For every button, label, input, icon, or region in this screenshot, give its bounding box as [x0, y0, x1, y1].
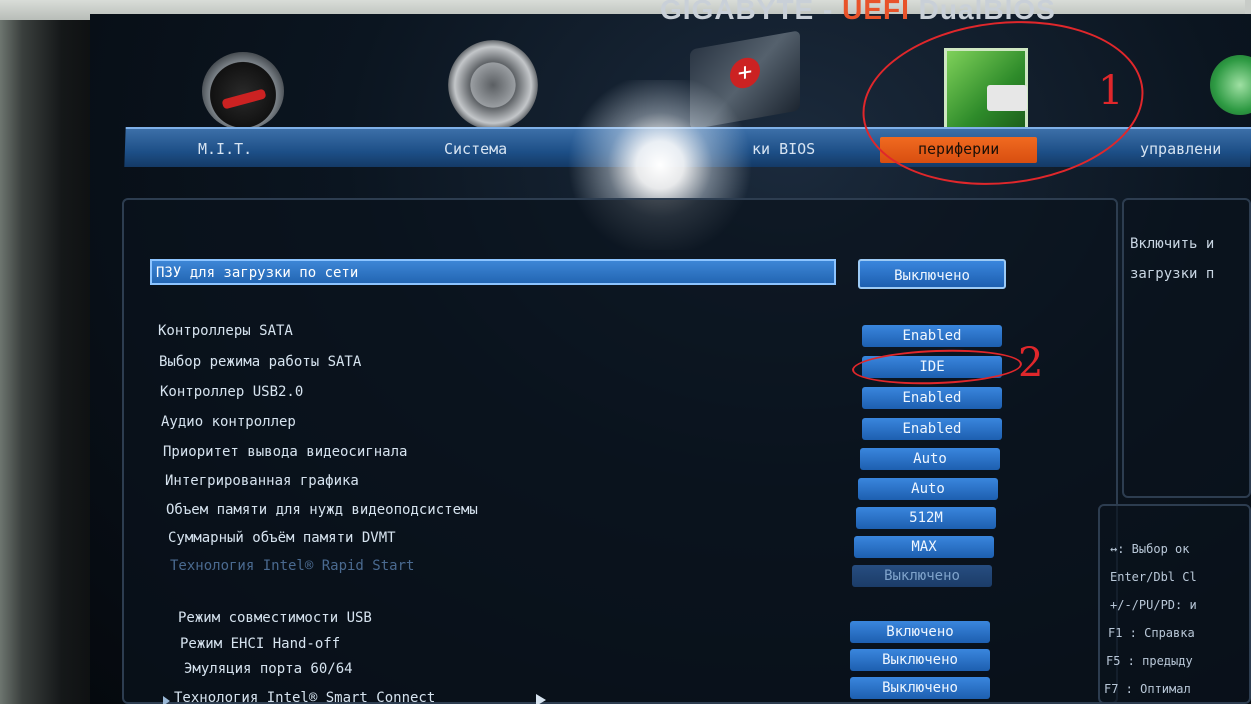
help-text-line-1: Включить и [1130, 236, 1215, 252]
setting-ehci-handoff[interactable]: Режим EHCI Hand-off [180, 636, 340, 652]
setting-sata-controllers[interactable]: Контроллеры SATA [158, 323, 293, 339]
sata-controllers-value[interactable]: Enabled [862, 325, 1002, 347]
tab-bios[interactable]: ки BIOS [752, 140, 815, 158]
setting-intel-rapid-start: Технология Intel® Rapid Start [170, 558, 415, 574]
key-hint-f1: F1 : Справка [1108, 626, 1195, 640]
setting-port-60-64-emulation[interactable]: Эмуляция порта 60/64 [184, 661, 353, 677]
audio-controller-value[interactable]: Enabled [862, 418, 1002, 440]
intel-rapid-start-value: Выключено [852, 565, 992, 587]
key-hint-f7: F7 : Оптимал [1104, 682, 1191, 696]
key-hint-f5: F5 : предыду [1106, 654, 1193, 668]
video-memory-value[interactable]: 512M [856, 507, 996, 529]
annotation-number-2: 2 [1018, 340, 1044, 386]
setting-network-boot-rom[interactable]: ПЗУ для загрузки по сети [150, 259, 836, 285]
usb-legacy-mode-value[interactable]: Включено [850, 621, 990, 643]
setting-dvmt-total-memory[interactable]: Суммарный объём памяти DVMT [168, 530, 396, 546]
key-hint-enter: Enter/Dbl Cl [1110, 570, 1197, 584]
setting-audio-controller[interactable]: Аудио контроллер [161, 414, 296, 430]
key-hint-select: ↔: Выбор ок [1110, 542, 1190, 556]
tab-management[interactable]: управлени [1140, 140, 1221, 158]
setting-usb2-controller[interactable]: Контроллер USB2.0 [160, 384, 303, 400]
setting-integrated-graphics[interactable]: Интегрированная графика [165, 473, 359, 489]
usb2-controller-value[interactable]: Enabled [862, 387, 1002, 409]
submenu-intel-smart-connect[interactable]: Технология Intel® Smart Connect [174, 690, 435, 704]
setting-sata-mode[interactable]: Выбор режима работы SATA [159, 354, 361, 370]
integrated-graphics-value[interactable]: Auto [858, 478, 998, 500]
tab-system[interactable]: Система [444, 140, 507, 158]
annotation-number-1: 1 [1098, 68, 1124, 114]
mouse-cursor-icon [536, 694, 546, 704]
key-hint-change: +/-/PU/PD: и [1110, 598, 1197, 612]
gear-icon[interactable] [448, 40, 538, 130]
port-60-64-emulation-value[interactable]: Выключено [850, 677, 990, 699]
help-text-line-2: загрузки п [1130, 266, 1215, 282]
gauge-icon[interactable] [202, 52, 284, 130]
network-boot-value[interactable]: Выключено [858, 259, 1006, 289]
video-output-priority-value[interactable]: Auto [860, 448, 1000, 470]
dvmt-total-memory-value[interactable]: MAX [854, 536, 994, 558]
setting-usb-legacy-mode[interactable]: Режим совместимости USB [178, 610, 372, 626]
setting-video-memory[interactable]: Объем памяти для нужд видеоподсистемы [166, 502, 478, 518]
ehci-handoff-value[interactable]: Выключено [850, 649, 990, 671]
submenu-arrow-icon [163, 696, 170, 704]
tab-mit[interactable]: M.I.T. [198, 140, 252, 158]
setting-video-output-priority[interactable]: Приоритет вывода видеосигнала [163, 444, 407, 460]
